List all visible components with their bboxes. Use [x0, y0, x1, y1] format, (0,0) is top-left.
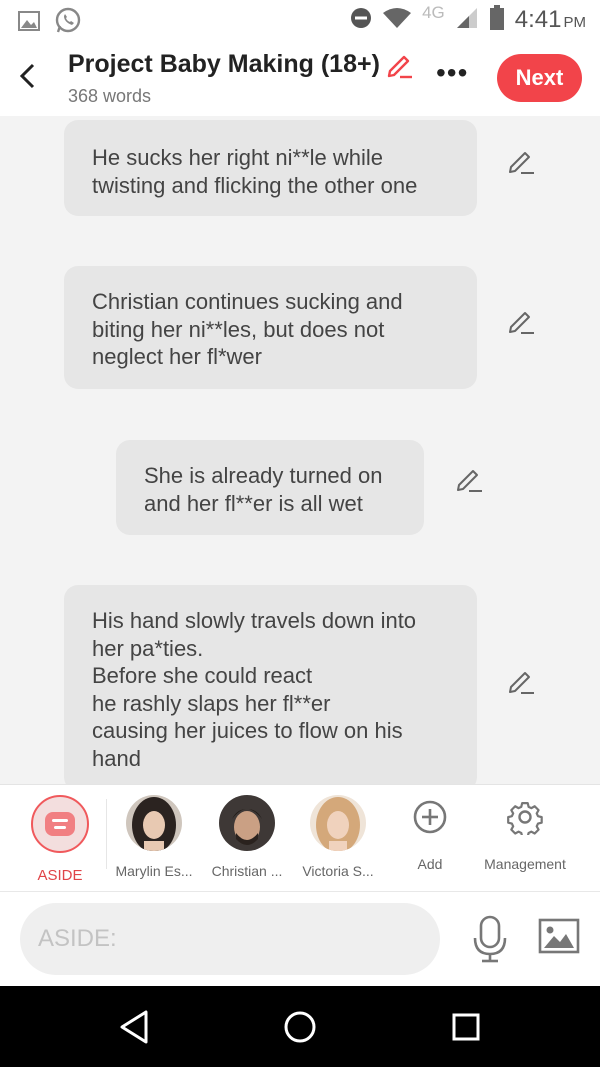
edit-title-button[interactable] — [386, 51, 414, 79]
gallery-icon — [18, 11, 40, 36]
app-header: Project Baby Making (18+) 368 words ••• … — [0, 40, 600, 116]
microphone-icon — [473, 915, 507, 963]
page-title: Project Baby Making (18+) — [68, 50, 380, 78]
system-nav-bar — [0, 986, 600, 1067]
character-label: Marylin Es... — [115, 863, 193, 879]
edit-message-button[interactable] — [506, 306, 536, 336]
square-recents-icon — [452, 1013, 480, 1041]
signal-icon — [455, 6, 479, 35]
avatar — [219, 795, 275, 851]
add-character-button[interactable]: Add — [396, 799, 464, 872]
pencil-icon — [387, 55, 412, 78]
whatsapp-icon — [54, 7, 82, 40]
edit-message-button[interactable] — [506, 146, 536, 176]
image-icon — [538, 918, 580, 954]
network-type: 4G — [422, 3, 445, 22]
character-label: ASIDE — [37, 867, 83, 884]
character-marylin[interactable]: Marylin Es... — [110, 795, 198, 879]
edit-message-button[interactable] — [506, 666, 536, 696]
input-bar — [0, 892, 600, 986]
divider — [106, 799, 107, 869]
character-bar: ASIDE Marylin Es... Christian ... Victor… — [0, 784, 600, 892]
next-button[interactable]: Next — [497, 54, 582, 102]
avatar — [310, 795, 366, 851]
message-bubble[interactable]: His hand slowly travels down into her pa… — [64, 585, 477, 784]
character-christian[interactable]: Christian ... — [203, 795, 291, 879]
dnd-icon — [350, 7, 372, 34]
back-button[interactable] — [12, 58, 42, 94]
circle-home-icon — [284, 1011, 316, 1043]
plus-circle-icon — [413, 800, 447, 834]
word-count: 368 words — [68, 86, 152, 106]
nav-home-button[interactable] — [279, 1006, 321, 1048]
status-bar: 4G 4:41 PM — [0, 0, 600, 40]
image-button[interactable] — [538, 918, 580, 954]
message-bubble[interactable]: He sucks her right ni**le while twisting… — [64, 120, 477, 216]
edit-message-button[interactable] — [454, 464, 484, 494]
aside-input[interactable] — [20, 903, 440, 975]
clock-ampm: PM — [563, 14, 587, 31]
pencil-icon — [457, 470, 482, 492]
character-label: Victoria S... — [302, 863, 374, 879]
add-label: Add — [417, 856, 443, 872]
chevron-left-icon — [19, 63, 35, 89]
more-options-button[interactable]: ••• — [436, 58, 474, 92]
avatar — [126, 795, 182, 851]
character-aside[interactable]: ASIDE — [22, 795, 98, 884]
microphone-button[interactable] — [470, 914, 510, 964]
wifi-icon — [382, 7, 412, 34]
character-label: Christian ... — [211, 863, 283, 879]
battery-icon — [489, 4, 505, 36]
clock-time: 4:41 — [514, 6, 562, 33]
pencil-icon — [509, 312, 534, 334]
message-list[interactable]: He sucks her right ni**le while twisting… — [0, 116, 600, 784]
triangle-back-icon — [120, 1010, 148, 1044]
management-button[interactable]: Management — [476, 799, 574, 872]
nav-recents-button[interactable] — [445, 1006, 487, 1048]
pencil-icon — [509, 672, 534, 694]
pencil-icon — [509, 152, 534, 174]
message-bubble[interactable]: She is already turned on and her fl**er … — [116, 440, 424, 535]
nav-back-button[interactable] — [114, 1006, 156, 1048]
gear-icon — [507, 802, 543, 838]
message-bubble[interactable]: Christian continues sucking and biting h… — [64, 266, 477, 389]
management-label: Management — [484, 856, 566, 872]
aside-chat-icon — [31, 795, 89, 853]
character-victoria[interactable]: Victoria S... — [294, 795, 382, 879]
